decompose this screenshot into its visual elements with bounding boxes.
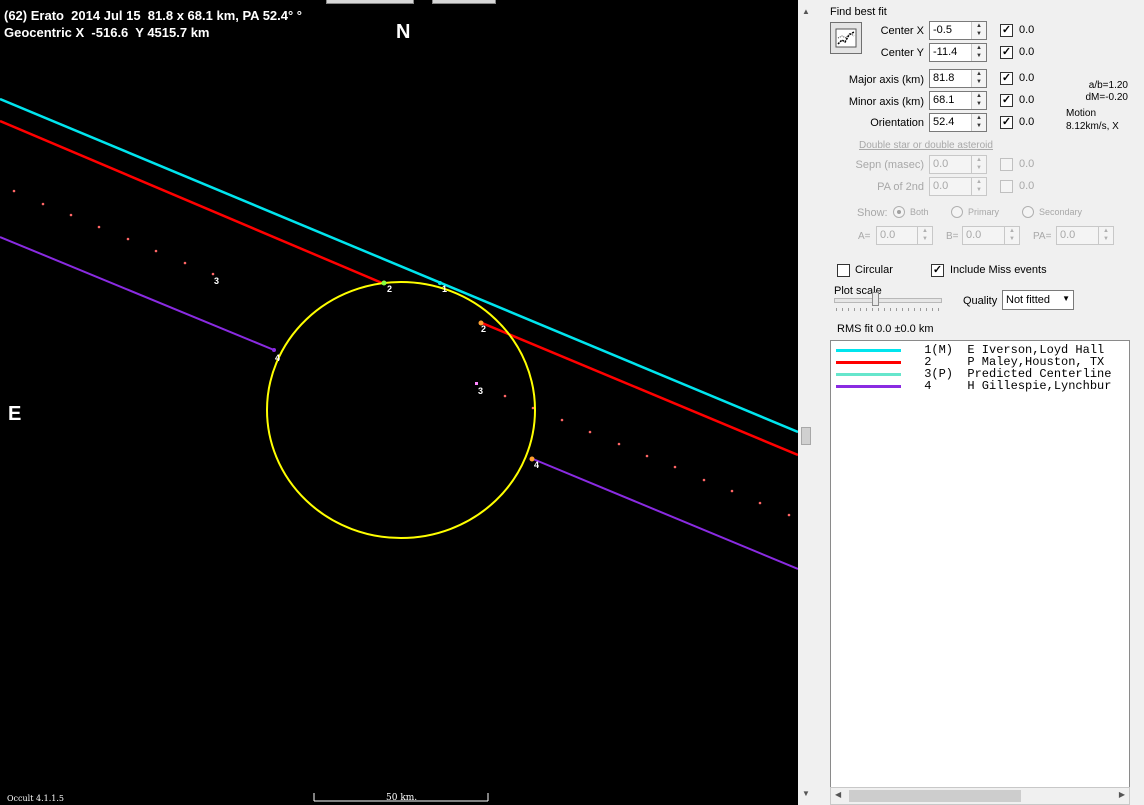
north-label: N xyxy=(396,21,411,43)
legend-swatch xyxy=(836,361,901,364)
asteroid-profile-ellipse xyxy=(266,281,536,539)
version-label: Occult 4.1.1.5 xyxy=(7,794,64,803)
scroll-down-icon[interactable]: ▼ xyxy=(798,786,814,802)
motion-label: Motion xyxy=(1066,108,1097,119)
scroll-left-icon[interactable]: ◀ xyxy=(835,790,841,799)
chord-line-1 xyxy=(0,97,798,434)
a-input[interactable]: 0.0 ▲ ▼ xyxy=(876,226,933,245)
pa-2nd-label: PA of 2nd xyxy=(877,181,924,193)
fit-panel: Find best fit Center X -0.5 ▲ ▼ ✓ 0.0 Cen… xyxy=(814,0,1144,805)
center-x-label: Center X xyxy=(880,25,924,37)
show-secondary-label: Secondary xyxy=(1039,207,1083,217)
center-y-input[interactable]: -11.4 ▲ ▼ xyxy=(929,43,987,62)
legend-text: 4 H Gillespie,Lynchbur xyxy=(917,379,1112,393)
minor-axis-label: Minor axis (km) xyxy=(848,96,924,108)
occultation-plot[interactable]: (62) Erato 2014 Jul 15 81.8 x 68.1 km, P… xyxy=(0,0,798,805)
a-label: A= xyxy=(858,231,871,242)
pa-input[interactable]: 0.0 ▲ ▼ xyxy=(1056,226,1114,245)
motion-value: 8.12km/s, X xyxy=(1066,121,1119,132)
east-label: E xyxy=(8,403,22,425)
chord-label: 3 xyxy=(478,386,484,396)
geocentric-coordinates: Geocentric X -516.6 Y 4515.7 km xyxy=(4,25,210,40)
sepn-input[interactable]: 0.0 ▲ ▼ xyxy=(929,155,987,174)
major-axis-checkbox[interactable]: ✓ xyxy=(1000,72,1013,85)
show-both-label: Both xyxy=(910,207,929,217)
center-y-fit: 0.0 xyxy=(1019,46,1035,58)
pa-label: PA= xyxy=(1033,231,1052,242)
legend-swatch xyxy=(836,385,901,388)
plot-title: (62) Erato 2014 Jul 15 81.8 x 68.1 km, P… xyxy=(4,8,303,23)
event-markers xyxy=(272,280,535,462)
axis-ratio: a/b=1.20 xyxy=(1088,80,1128,91)
chord-label: 4 xyxy=(534,460,540,470)
chord-line-4-left xyxy=(0,236,275,351)
orientation-label: Orientation xyxy=(870,117,924,129)
major-axis-fit: 0.0 xyxy=(1019,72,1035,84)
orientation-checkbox[interactable]: ✓ xyxy=(1000,116,1013,129)
center-x-input[interactable]: -0.5 ▲ ▼ xyxy=(929,21,987,40)
chord-label: 2 xyxy=(387,284,393,294)
chord-line-2-miss xyxy=(0,119,383,285)
plot-scale-ticks xyxy=(836,308,940,311)
include-miss-checkbox[interactable]: ✓ xyxy=(931,264,944,277)
chord-line-4-right xyxy=(532,458,798,570)
quality-label: Quality xyxy=(963,295,998,307)
chord-label: 3 xyxy=(214,276,220,286)
plot-vertical-scrollbar[interactable]: ▲ ▼ xyxy=(798,0,814,805)
pa-2nd-fit: 0.0 xyxy=(1019,180,1035,192)
center-x-checkbox[interactable]: ✓ xyxy=(1000,24,1013,37)
sepn-label: Sepn (masec) xyxy=(855,159,924,171)
major-axis-input[interactable]: 81.8 ▲ ▼ xyxy=(929,69,987,88)
chord-label: 1 xyxy=(442,284,448,294)
chord-label: 2 xyxy=(481,324,487,334)
scrollbar-thumb[interactable] xyxy=(849,790,1021,802)
legend-swatch xyxy=(836,373,901,376)
orientation-input[interactable]: 52.4 ▲ ▼ xyxy=(929,113,987,132)
plot-scale-slider[interactable] xyxy=(872,292,879,306)
pa-2nd-input[interactable]: 0.0 ▲ ▼ xyxy=(929,177,987,196)
chord-label: 4 xyxy=(275,353,281,363)
orientation-fit: 0.0 xyxy=(1019,116,1035,128)
show-primary-label: Primary xyxy=(968,207,999,217)
minor-axis-input[interactable]: 68.1 ▲ ▼ xyxy=(929,91,987,110)
scroll-up-icon[interactable]: ▲ xyxy=(798,4,814,20)
show-both-radio[interactable] xyxy=(893,206,905,218)
scrollbar-thumb[interactable] xyxy=(801,427,811,445)
center-x-fit: 0.0 xyxy=(1019,24,1035,36)
show-secondary-radio[interactable] xyxy=(1022,206,1034,218)
minor-axis-fit: 0.0 xyxy=(1019,94,1035,106)
observer-legend[interactable]: 1(M) E Iverson,Loyd Hall 2 P Maley,Houst… xyxy=(830,340,1130,788)
delta-magnitude: dM=-0.20 xyxy=(1085,92,1128,103)
scroll-right-icon[interactable]: ▶ xyxy=(1119,790,1125,799)
b-label: B= xyxy=(946,231,959,242)
plot-scale-track[interactable] xyxy=(834,298,942,303)
show-primary-radio[interactable] xyxy=(951,206,963,218)
centerline-dots xyxy=(12,189,791,517)
circular-checkbox[interactable] xyxy=(837,264,850,277)
circular-label: Circular xyxy=(855,264,893,276)
plot-canvas xyxy=(0,97,798,802)
center-y-checkbox[interactable]: ✓ xyxy=(1000,46,1013,59)
double-star-label: Double star or double asteroid xyxy=(859,140,993,151)
include-miss-label: Include Miss events xyxy=(950,264,1047,276)
sepn-checkbox[interactable] xyxy=(1000,158,1013,171)
chord-line-2 xyxy=(481,321,798,457)
center-y-label: Center Y xyxy=(880,47,924,59)
legend-swatch xyxy=(836,349,901,352)
legend-horizontal-scrollbar[interactable]: ◀ ▶ xyxy=(830,787,1130,805)
minor-axis-checkbox[interactable]: ✓ xyxy=(1000,94,1013,107)
find-best-fit-label: Find best fit xyxy=(830,6,887,18)
major-axis-label: Major axis (km) xyxy=(848,74,924,86)
pa-2nd-checkbox[interactable] xyxy=(1000,180,1013,193)
quality-dropdown[interactable]: Not fitted ▼ xyxy=(1002,290,1074,310)
rms-fit-label: RMS fit 0.0 ±0.0 km xyxy=(837,323,934,335)
chevron-down-icon: ▼ xyxy=(1062,294,1070,303)
b-input[interactable]: 0.0 ▲ ▼ xyxy=(962,226,1020,245)
sepn-fit: 0.0 xyxy=(1019,158,1035,170)
scale-label: 50 km. xyxy=(386,793,418,803)
show-label: Show: xyxy=(857,207,888,219)
legend-row[interactable]: 4 H Gillespie,Lynchbur xyxy=(831,379,1129,393)
